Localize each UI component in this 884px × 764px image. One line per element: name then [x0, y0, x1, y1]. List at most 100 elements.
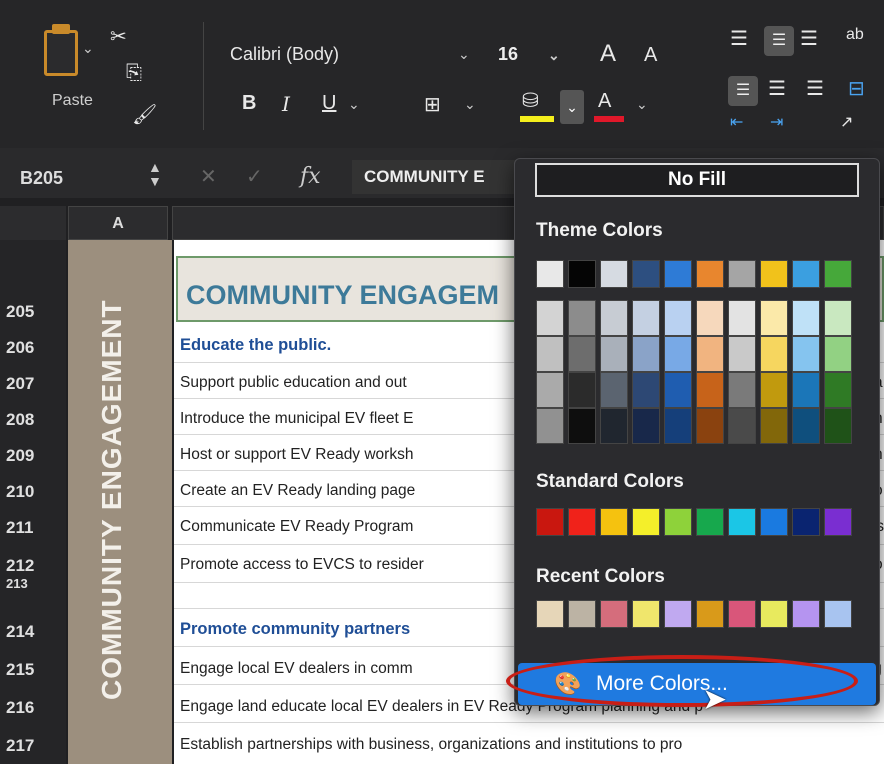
theme-shade-swatch[interactable] [728, 300, 756, 336]
cell-b214[interactable]: Promote community partners [180, 620, 410, 639]
align-top-icon[interactable]: ☰ [730, 26, 748, 51]
theme-shade-swatch[interactable] [696, 300, 724, 336]
underline-dropdown-icon[interactable]: ⌄ [348, 96, 360, 113]
italic-button[interactable]: I [282, 92, 290, 116]
shrink-font-button[interactable]: A [644, 44, 657, 67]
recent-color-swatch[interactable] [760, 600, 788, 628]
row-number[interactable]: 212 [6, 556, 34, 576]
theme-color-swatch[interactable] [728, 260, 756, 288]
no-fill-button[interactable]: No Fill [535, 163, 859, 197]
cell-b212[interactable]: Promote access to EVCS to resider [180, 556, 424, 574]
row-number[interactable]: 213 [6, 576, 28, 591]
cancel-icon[interactable]: ✕ [200, 164, 217, 189]
underline-button[interactable]: U [322, 92, 336, 115]
theme-color-swatch[interactable] [696, 260, 724, 288]
theme-color-swatch[interactable] [760, 260, 788, 288]
standard-color-swatch[interactable] [696, 508, 724, 536]
theme-shade-swatch[interactable] [664, 372, 692, 408]
cell-b210[interactable]: Create an EV Ready landing page [180, 482, 415, 500]
theme-shade-swatch[interactable] [536, 300, 564, 336]
theme-color-swatch[interactable] [632, 260, 660, 288]
cell-b215[interactable]: Engage local EV dealers in comm [180, 660, 413, 678]
theme-shade-swatch[interactable] [792, 300, 820, 336]
bold-button[interactable]: B [242, 92, 256, 115]
theme-shade-swatch[interactable] [696, 408, 724, 444]
recent-color-swatch[interactable] [568, 600, 596, 628]
recent-color-swatch[interactable] [696, 600, 724, 628]
cut-icon[interactable]: ✂ [110, 24, 127, 49]
recent-color-swatch[interactable] [824, 600, 852, 628]
theme-shade-swatch[interactable] [760, 336, 788, 372]
theme-shade-swatch[interactable] [728, 408, 756, 444]
name-box[interactable]: B205 [20, 168, 63, 189]
theme-shade-swatch[interactable] [536, 372, 564, 408]
theme-shade-swatch[interactable] [568, 336, 596, 372]
theme-shade-swatch[interactable] [792, 372, 820, 408]
theme-shade-swatch[interactable] [696, 336, 724, 372]
recent-color-swatch[interactable] [728, 600, 756, 628]
standard-color-swatch[interactable] [792, 508, 820, 536]
theme-color-swatch[interactable] [568, 260, 596, 288]
row-number[interactable]: 208 [6, 410, 34, 430]
cell-b211[interactable]: Communicate EV Ready Program [180, 518, 413, 536]
theme-shade-swatch[interactable] [824, 408, 852, 444]
select-all-corner[interactable] [0, 206, 66, 240]
theme-color-swatch[interactable] [792, 260, 820, 288]
formula-input[interactable]: COMMUNITY E [352, 160, 532, 194]
standard-color-swatch[interactable] [824, 508, 852, 536]
theme-shade-swatch[interactable] [600, 336, 628, 372]
standard-color-swatch[interactable] [568, 508, 596, 536]
fill-color-icon[interactable]: ⛁ [522, 88, 539, 113]
font-color-dropdown-icon[interactable]: ⌄ [636, 96, 648, 113]
recent-color-swatch[interactable] [664, 600, 692, 628]
font-name-select[interactable]: Calibri (Body) ⌄ [230, 38, 480, 70]
orientation-icon[interactable]: ↗ [840, 112, 853, 132]
theme-shade-swatch[interactable] [568, 300, 596, 336]
borders-icon[interactable]: ⊞ [424, 92, 441, 117]
align-bottom-icon[interactable]: ☰ [800, 26, 818, 51]
standard-color-swatch[interactable] [632, 508, 660, 536]
standard-color-swatch[interactable] [536, 508, 564, 536]
standard-color-swatch[interactable] [760, 508, 788, 536]
row-number[interactable]: 209 [6, 446, 34, 466]
cell-b208[interactable]: Introduce the municipal EV fleet E [180, 410, 414, 428]
row-number[interactable]: 216 [6, 698, 34, 718]
theme-color-swatch[interactable] [536, 260, 564, 288]
column-header-a[interactable]: A [68, 206, 168, 240]
align-right-icon[interactable]: ☰ [806, 76, 824, 101]
increase-indent-icon[interactable]: ⇥ [770, 112, 783, 132]
row-number[interactable]: 217 [6, 736, 34, 756]
row-number[interactable]: 205 [6, 302, 34, 322]
theme-shade-swatch[interactable] [536, 336, 564, 372]
name-box-stepper-icon[interactable]: ▲ ▼ [148, 160, 162, 188]
theme-shade-swatch[interactable] [600, 408, 628, 444]
theme-shade-swatch[interactable] [728, 336, 756, 372]
standard-color-swatch[interactable] [600, 508, 628, 536]
theme-color-swatch[interactable] [600, 260, 628, 288]
row-number[interactable]: 215 [6, 660, 34, 680]
theme-shade-swatch[interactable] [760, 372, 788, 408]
theme-shade-swatch[interactable] [664, 408, 692, 444]
enter-icon[interactable]: ✓ [246, 164, 263, 189]
theme-shade-swatch[interactable] [728, 372, 756, 408]
cell-b206[interactable]: Educate the public. [180, 336, 331, 355]
row-number[interactable]: 206 [6, 338, 34, 358]
theme-shade-swatch[interactable] [792, 408, 820, 444]
align-left-icon[interactable]: ☰ [728, 76, 758, 106]
theme-shade-swatch[interactable] [536, 408, 564, 444]
format-painter-icon[interactable]: 🖌 [132, 102, 157, 127]
theme-color-swatch[interactable] [824, 260, 852, 288]
function-icon[interactable]: fx [300, 164, 321, 189]
theme-shade-swatch[interactable] [632, 408, 660, 444]
paste-label[interactable]: Paste [52, 92, 93, 110]
row-number[interactable]: 214 [6, 622, 34, 642]
font-color-button[interactable]: A [598, 90, 611, 113]
theme-shade-swatch[interactable] [824, 336, 852, 372]
wrap-text-icon[interactable]: ab [846, 26, 864, 44]
theme-shade-swatch[interactable] [600, 372, 628, 408]
standard-color-swatch[interactable] [728, 508, 756, 536]
align-middle-icon[interactable]: ☰ [764, 26, 794, 56]
recent-color-swatch[interactable] [632, 600, 660, 628]
paste-icon[interactable] [44, 30, 78, 76]
cell-b209[interactable]: Host or support EV Ready worksh [180, 446, 413, 464]
